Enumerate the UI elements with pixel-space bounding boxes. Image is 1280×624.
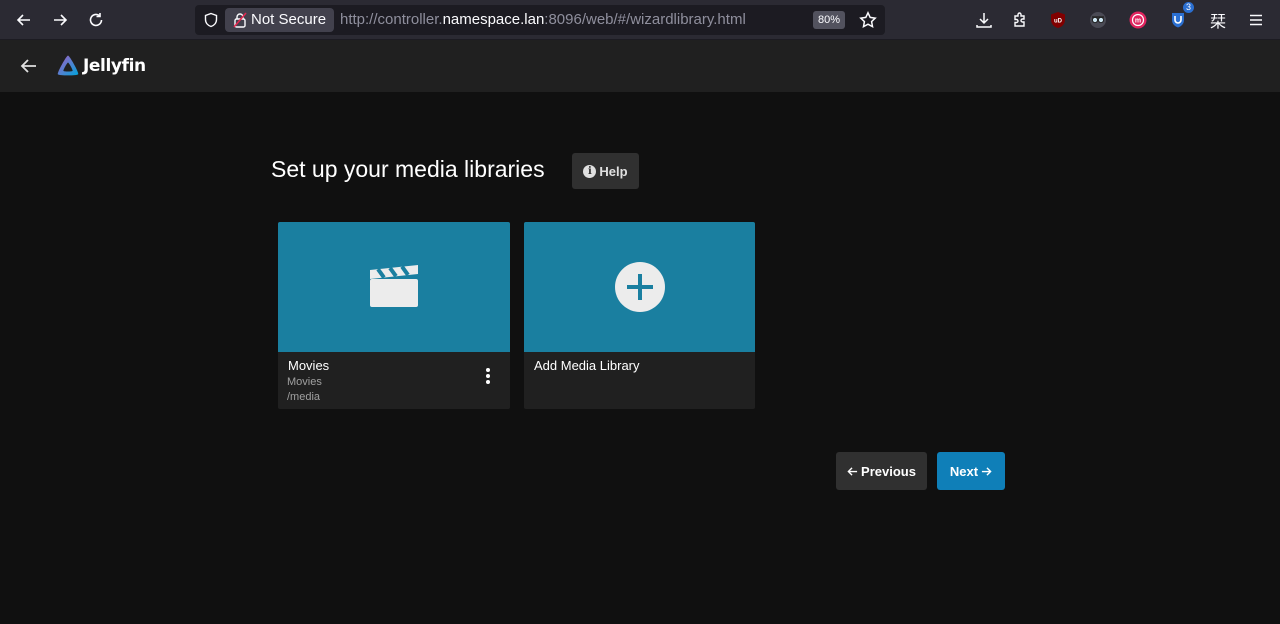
svg-text:m: m [1135, 18, 1141, 25]
add-card-image [524, 222, 755, 352]
help-button[interactable]: i Help [572, 153, 639, 189]
url-host: namespace.lan [442, 11, 545, 28]
privacy-extension[interactable] [1086, 8, 1110, 32]
app-header: Jellyfin [0, 40, 1280, 92]
dot [486, 374, 490, 378]
bitwarden-extension[interactable]: 3 [1166, 2, 1194, 32]
browser-toolbar: Not Secure http://controller.namespace.l… [0, 0, 1280, 40]
previous-label: Previous [861, 463, 916, 479]
browser-menu-button[interactable] [1244, 8, 1268, 32]
m-extension[interactable]: m [1126, 8, 1150, 32]
not-secure-label: Not Secure [251, 11, 327, 28]
shield-icon[interactable] [203, 12, 219, 28]
insecure-lock-icon [233, 12, 247, 28]
extension-badge-count: 3 [1182, 2, 1194, 13]
next-button[interactable]: Next [937, 452, 1005, 490]
svg-text:uD: uD [1054, 19, 1063, 25]
download-icon [976, 13, 992, 28]
next-label: Next [949, 463, 979, 479]
dot [486, 380, 490, 384]
help-label: Help [599, 163, 628, 179]
clapperboard-icon [370, 265, 418, 307]
spy-glasses-icon [1090, 12, 1106, 28]
url-suffix: :8096/web/#/wizardlibrary.html [544, 11, 746, 28]
extensions-button[interactable] [1008, 8, 1032, 32]
previous-button[interactable]: Previous [836, 452, 927, 490]
browser-forward-button[interactable] [46, 6, 74, 34]
library-card-movies[interactable]: Movies Movies /media [278, 222, 510, 409]
puzzle-icon [1014, 12, 1025, 27]
jellyfin-logo[interactable]: Jellyfin [56, 53, 146, 79]
kanji-icon: 栞 [1209, 12, 1226, 31]
arrow-right-icon [54, 14, 68, 26]
page-title: Set up your media libraries [271, 156, 545, 182]
arrow-right-icon [982, 466, 992, 476]
ublock-shield-icon: uD [1051, 12, 1065, 28]
url-text[interactable]: http://controller.namespace.lan:8096/web… [340, 5, 746, 35]
wizard-library-page: Set up your media libraries i Help Movie… [0, 92, 1280, 624]
info-icon: i [583, 164, 597, 178]
url-prefix: http://controller. [340, 11, 443, 28]
url-bar[interactable]: Not Secure http://controller.namespace.l… [195, 5, 885, 35]
shield-u-icon [1172, 13, 1184, 28]
library-card-image [278, 222, 510, 352]
more-options-button[interactable] [480, 366, 496, 386]
hamburger-menu-icon [1250, 14, 1262, 26]
browser-reload-button[interactable] [82, 6, 110, 34]
arrow-left-icon [16, 14, 30, 26]
add-card-title: Add Media Library [534, 358, 640, 373]
bookmark-star-icon[interactable] [859, 11, 877, 29]
zoom-indicator[interactable]: 80% [813, 11, 846, 29]
not-secure-indicator[interactable]: Not Secure [225, 8, 335, 32]
m-circle-icon: m [1129, 11, 1147, 29]
dot [486, 368, 490, 372]
arrow-left-icon [847, 466, 858, 476]
plus-circle-icon [614, 262, 665, 312]
browser-back-button[interactable] [10, 6, 38, 34]
add-media-library-card[interactable]: Add Media Library [524, 222, 755, 409]
library-card-title: Movies [288, 358, 330, 373]
library-card-type: Movies [287, 376, 322, 388]
reload-icon [89, 13, 103, 27]
library-card-path: /media [287, 391, 321, 403]
jellyfin-triangle-icon [57, 55, 79, 76]
logo-text: Jellyfin [83, 56, 146, 76]
downloads-button[interactable] [972, 8, 996, 32]
kanji-extension[interactable]: 栞 [1206, 8, 1230, 32]
ublock-extension[interactable]: uD [1046, 8, 1070, 32]
back-arrow-icon[interactable] [18, 55, 40, 77]
